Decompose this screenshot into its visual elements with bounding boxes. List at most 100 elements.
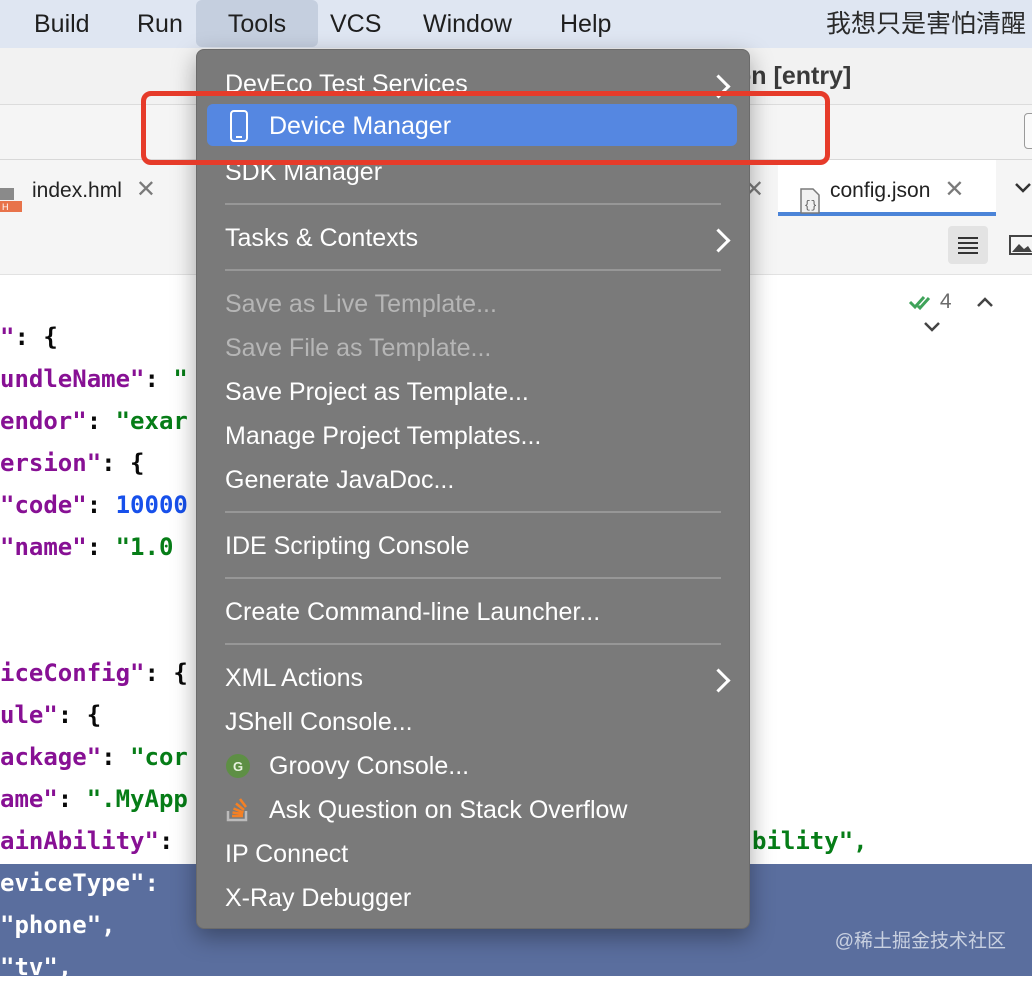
chevron-down-icon[interactable] — [1012, 160, 1032, 216]
menu-item-xray-debugger[interactable]: X-Ray Debugger — [225, 878, 411, 918]
code-token: : — [86, 491, 116, 519]
code-token: , — [57, 953, 73, 981]
tab-label: index.hml — [32, 179, 122, 202]
code-token: "cor — [130, 743, 188, 771]
code-token: : — [144, 869, 159, 897]
json-file-icon: {} — [800, 178, 820, 215]
menu-item-tasks-contexts[interactable]: Tasks & Contexts — [225, 218, 418, 258]
code-line: endor": "exar — [0, 407, 188, 435]
menu-item-generate-javadoc[interactable]: Generate JavaDoc... — [225, 460, 454, 500]
svg-text:H: H — [2, 202, 9, 212]
stackoverflow-icon — [225, 795, 251, 822]
menu-item-save-live-template: Save as Live Template... — [225, 290, 497, 318]
menu-separator — [225, 511, 721, 513]
close-icon[interactable]: ✕ — [944, 176, 964, 203]
tab-index-hml[interactable]: H index.hml ✕ — [0, 160, 190, 216]
code-token: : { — [57, 701, 102, 729]
code-token: iceConfig" — [0, 659, 145, 687]
menu-vcs[interactable]: VCS — [330, 0, 381, 48]
code-line: ": { — [0, 323, 58, 351]
menu-separator — [225, 269, 721, 271]
code-token: "exar — [115, 407, 188, 435]
watermark: @稀土掘金技术社区 — [834, 931, 1006, 952]
code-line: "name": "1.0 — [0, 533, 173, 561]
menu-item-save-project-template[interactable]: Save Project as Template... — [225, 372, 529, 412]
code-line: ainAbility": — [0, 827, 188, 855]
chevron-right-icon — [706, 668, 731, 693]
tools-dropdown-menu: DevEco Test Services Device Manager SDK … — [196, 49, 750, 929]
menu-run[interactable]: Run — [137, 0, 183, 48]
code-line: ame": ".MyApp — [0, 785, 188, 813]
code-line: ackage": "cor — [0, 743, 188, 771]
menubar-user: 我想只是害怕清醒 — [825, 10, 1026, 38]
inspection-widget[interactable]: 4 — [908, 290, 1032, 338]
code-token: "tv" — [0, 953, 58, 981]
code-token: : — [86, 407, 116, 435]
code-token: : { — [144, 659, 188, 687]
menu-window[interactable]: Window — [423, 0, 512, 48]
tab-config-json[interactable]: {} config.json ✕ — [778, 160, 996, 216]
menu-tools[interactable]: Tools — [196, 0, 318, 47]
code-token: ame" — [0, 785, 58, 813]
code-token: endor" — [0, 407, 87, 435]
menu-item-create-command-line-launcher[interactable]: Create Command-line Launcher... — [225, 592, 600, 632]
preview-button[interactable] — [1002, 226, 1032, 264]
menu-item-ip-connect[interactable]: IP Connect — [225, 834, 348, 874]
menu-separator — [225, 577, 721, 579]
text-view-button[interactable] — [948, 226, 988, 264]
menu-item-ask-stack-overflow[interactable]: Ask Question on Stack Overflow — [269, 790, 627, 830]
menu-separator — [225, 643, 721, 645]
code-line: ule": { — [0, 701, 101, 729]
code-token: "name" — [0, 533, 87, 561]
close-icon[interactable]: ✕ — [136, 176, 156, 203]
menu-item-xml-actions[interactable]: XML Actions — [225, 658, 363, 698]
menu-item-manage-project-templates[interactable]: Manage Project Templates... — [225, 416, 541, 456]
code-token: : { — [101, 449, 145, 477]
window-title: on [entry] — [736, 62, 852, 90]
code-line: "code": 10000 — [0, 491, 188, 519]
code-token: "phone" — [0, 911, 102, 939]
code-token: ersion" — [0, 449, 102, 477]
svg-text:G: G — [233, 759, 243, 774]
code-token: undleName" — [0, 365, 145, 393]
code-line: ersion": { — [0, 449, 145, 477]
menu-help[interactable]: Help — [560, 0, 611, 48]
menu-item-ide-scripting-console[interactable]: IDE Scripting Console — [225, 526, 470, 566]
image-icon — [1009, 235, 1032, 255]
code-token: " — [173, 365, 188, 393]
code-token: : — [144, 365, 174, 393]
code-token: " — [0, 323, 15, 351]
code-token: : — [101, 743, 131, 771]
double-check-icon — [908, 296, 931, 311]
code-token: : — [86, 533, 116, 561]
chevron-right-icon — [706, 228, 731, 253]
code-token: : — [158, 827, 188, 855]
code-line: iceConfig": { — [0, 659, 188, 687]
menu-build[interactable]: Build — [34, 0, 90, 48]
code-line: undleName": " — [0, 365, 188, 393]
code-line: "tv", — [0, 953, 72, 981]
code-token: "code" — [0, 491, 87, 519]
code-token: : — [57, 785, 87, 813]
tab-label: config.json — [830, 179, 931, 202]
chevron-up-icon[interactable] — [975, 292, 995, 312]
code-token: , — [101, 911, 116, 939]
code-token: ainAbility" — [0, 827, 159, 855]
annotation-highlight-box — [141, 91, 830, 165]
code-token: eviceType" — [0, 869, 145, 897]
menu-item-save-file-template: Save File as Template... — [225, 334, 492, 362]
code-token: ackage" — [0, 743, 102, 771]
hml-file-icon: H — [0, 178, 22, 213]
toolbar-button[interactable] — [1024, 113, 1032, 149]
lines-icon — [958, 237, 978, 254]
tabs-dropdown[interactable] — [1012, 160, 1032, 216]
code-token: ".MyApp — [86, 785, 188, 813]
menu-item-groovy-console[interactable]: Groovy Console... — [269, 746, 469, 786]
inspection-count: 4 — [939, 290, 952, 313]
chevron-down-icon[interactable] — [922, 317, 942, 337]
code-fragment: bility", — [752, 827, 868, 855]
menu-item-jshell-console[interactable]: JShell Console... — [225, 702, 413, 742]
menu-separator — [225, 203, 721, 205]
code-line: eviceType": — [0, 869, 159, 897]
code-token: : { — [14, 323, 58, 351]
